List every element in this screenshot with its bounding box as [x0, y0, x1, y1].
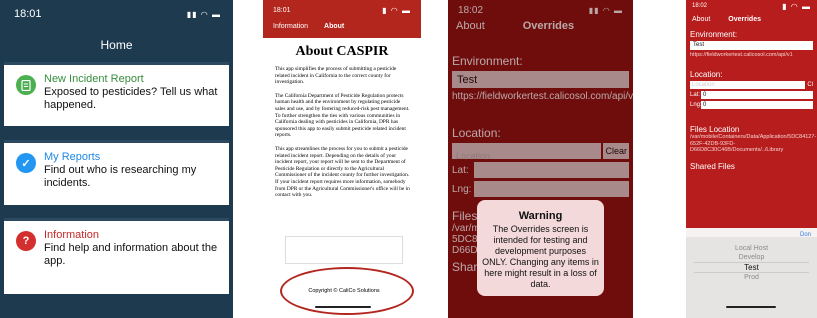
files-path: /var/mobile/Containers/Data/Application/…: [690, 134, 817, 153]
files-location-label: Files Location: [690, 125, 740, 134]
signal-wifi-battery-icon: ▮ ◠ ▬: [382, 5, 411, 15]
picker-option-selected[interactable]: Test: [694, 262, 809, 273]
status-time: 18:01: [273, 6, 291, 14]
status-bar: 18:01 ▮▮ ◠ ▬: [0, 0, 233, 28]
lng-label: Lng:: [690, 102, 702, 108]
checkmark-icon: ✓: [16, 153, 36, 173]
tab-overrides[interactable]: Overrides: [728, 16, 761, 28]
location-label: Location:: [690, 70, 723, 79]
status-bar: 18:01 ▮ ◠ ▬: [263, 0, 421, 20]
logo-placeholder: [285, 236, 403, 264]
page-title: About CASPIR: [295, 44, 389, 59]
warning-alert: Warning The Overrides screen is intended…: [477, 200, 604, 296]
status-bar: 18:02 ▮ ◠ ▬: [686, 0, 817, 12]
question-icon: ?: [16, 231, 36, 251]
about-paragraph: The California Department of Pesticide R…: [275, 92, 410, 139]
environment-field[interactable]: Test: [690, 41, 813, 50]
location-input[interactable]: Location: [690, 81, 806, 89]
header: 18:01 ▮ ◠ ▬ Information About: [263, 0, 421, 38]
status-time: 18:02: [692, 3, 708, 9]
tab-bar: Information About: [263, 20, 421, 30]
picker-option[interactable]: Develop: [686, 253, 817, 262]
status-time: 18:01: [14, 8, 42, 20]
my-reports-card[interactable]: ✓ My Reports Find out who is researching…: [4, 140, 229, 205]
api-url: https://fieldworkertest.calicosol.com/ap…: [690, 52, 793, 58]
alert-title: Warning: [518, 210, 563, 222]
picker-option[interactable]: Prod: [686, 273, 817, 282]
overrides-warning-screen: 18:02 ▮▮ ◠ ▬ About Overrides Environment…: [448, 0, 633, 318]
alert-message: The Overrides screen is intended for tes…: [482, 224, 599, 289]
environment-label: Environment:: [690, 30, 738, 39]
information-card[interactable]: ? Information Find help and information …: [4, 218, 229, 294]
about-screen: 18:01 ▮ ◠ ▬ Information About About CASP…: [263, 0, 421, 318]
card-title: Information: [44, 229, 100, 241]
new-incident-report-card[interactable]: New Incident Report Exposed to pesticide…: [4, 62, 229, 126]
lat-label: Lat:: [690, 92, 701, 98]
card-subtitle: Exposed to pesticides? Tell us what happ…: [44, 86, 218, 111]
lng-input[interactable]: 0: [701, 101, 813, 109]
tab-information[interactable]: Information: [273, 23, 308, 30]
home-screen: 18:01 ▮▮ ◠ ▬ Home New Incident Report Ex…: [0, 0, 233, 318]
document-icon: [16, 75, 36, 95]
tab-bar: About Overrides: [686, 12, 817, 28]
card-subtitle: Find out who is researching my incidents…: [44, 164, 197, 189]
tab-about[interactable]: About: [324, 23, 344, 30]
copyright-text: Copyright © CaliCo Solutions: [308, 288, 380, 294]
signal-wifi-battery-icon: ▮ ◠ ▬: [782, 1, 811, 11]
picker-option[interactable]: Local Host: [686, 244, 817, 253]
about-paragraph: This app streamlines the process for you…: [275, 145, 410, 199]
card-title: New Incident Report: [44, 73, 144, 85]
about-paragraph: This app simplifies the process of submi…: [275, 66, 397, 86]
home-indicator: [315, 306, 371, 308]
shared-files-label: Shared Files: [690, 161, 735, 171]
lat-input[interactable]: 0: [701, 91, 813, 99]
signal-wifi-battery-icon: ▮▮ ◠ ▬: [186, 9, 221, 19]
overrides-picker-screen: 18:02 ▮ ◠ ▬ About Overrides Environment:…: [686, 0, 817, 318]
clear-button[interactable]: Cl: [807, 82, 813, 88]
card-title: My Reports: [44, 151, 101, 163]
nav-title: Home: [100, 38, 133, 52]
card-subtitle: Find help and information about the app.: [44, 242, 218, 267]
tab-about[interactable]: About: [692, 16, 710, 28]
home-indicator: [726, 306, 776, 308]
